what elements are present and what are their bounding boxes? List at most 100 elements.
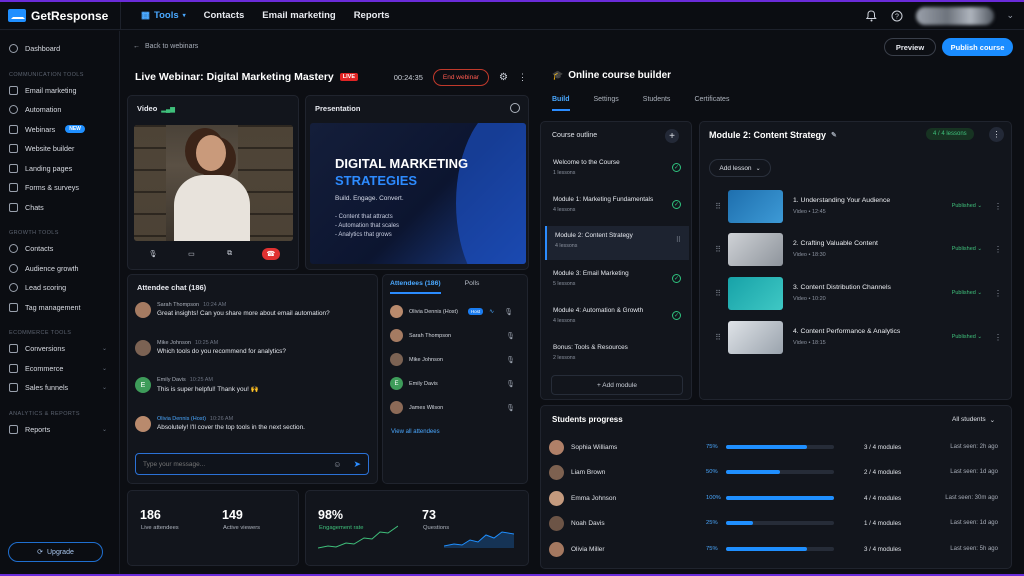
- lesson-status-dropdown[interactable]: Published ⌄: [952, 334, 982, 340]
- sidebar-item-ecommerce[interactable]: Ecommerce ⌄: [0, 359, 119, 379]
- more-vertical-icon[interactable]: ⋮: [518, 72, 527, 83]
- tab-settings[interactable]: Settings: [594, 96, 619, 111]
- outline-item-selected[interactable]: Module 2: Content Strategy 4 lessons ⠿: [545, 226, 689, 260]
- sidebar-item-audience-growth[interactable]: Audience growth: [0, 259, 119, 279]
- sidebar-item-chats[interactable]: Chats: [0, 198, 119, 218]
- drag-handle-icon[interactable]: ⠿: [676, 236, 681, 244]
- end-call-icon[interactable]: ☎: [261, 248, 280, 260]
- sidebar-item-label: Dashboard: [25, 44, 61, 54]
- outline-item[interactable]: Bonus: Tools & Resources 2 lessons: [545, 338, 689, 372]
- outline-item[interactable]: Module 4: Automation & Growth 4 lessons …: [545, 301, 689, 335]
- view-all-attendees-link[interactable]: View all attendees: [391, 429, 440, 435]
- camera-icon[interactable]: ▭: [185, 248, 197, 260]
- nav-email-marketing[interactable]: Email marketing: [262, 10, 335, 21]
- sidebar-item-conversions[interactable]: Conversions ⌄: [0, 339, 119, 359]
- bell-icon[interactable]: [864, 9, 878, 23]
- student-progress-row[interactable]: Noah Davis 25% 1 / 4 modules Last seen: …: [549, 513, 1004, 533]
- attendee-row[interactable]: James Wilson 🎙: [390, 401, 515, 414]
- modules-complete: 4 / 4 modules: [864, 494, 902, 502]
- chat-message-input[interactable]: [143, 460, 334, 468]
- sidebar-item-tag-management[interactable]: Tag management: [0, 298, 119, 318]
- presentation-slide[interactable]: DIGITAL MARKETING STRATEGIES Build. Enga…: [310, 123, 526, 264]
- sidebar-item-email-marketing[interactable]: Email marketing: [0, 81, 119, 101]
- help-icon[interactable]: ?: [890, 9, 904, 23]
- add-lesson-button[interactable]: Add lesson ⌄: [709, 159, 771, 177]
- students-progress-title: Students progress: [552, 415, 623, 424]
- send-icon[interactable]: ➤: [353, 459, 361, 470]
- presenter-video[interactable]: [134, 125, 293, 241]
- lesson-row[interactable]: ⠿ 3. Content Distribution Channels Video …: [708, 273, 1006, 313]
- tab-build[interactable]: Build: [552, 96, 570, 111]
- student-progress-row[interactable]: Olivia Miller 75% 3 / 4 modules Last see…: [549, 539, 1004, 559]
- add-module-button[interactable]: + Add module: [551, 375, 683, 395]
- lesson-status-dropdown[interactable]: Published ⌄: [952, 246, 982, 252]
- attendee-row[interactable]: Olivia Dennis (Host) Host ∿ 🎙: [390, 305, 515, 318]
- lesson-status-dropdown[interactable]: Published ⌄: [952, 290, 982, 296]
- emoji-icon[interactable]: ☺: [333, 460, 341, 469]
- edit-pencil-icon[interactable]: ✎: [831, 131, 837, 139]
- microphone-icon[interactable]: 🎙: [506, 380, 515, 388]
- sidebar-item-dashboard[interactable]: Dashboard: [0, 39, 119, 59]
- tab-polls[interactable]: Polls: [465, 280, 480, 294]
- chat-message: E Emily Davis 10:25 AM This is super help…: [135, 377, 370, 393]
- tab-attendees[interactable]: Attendees (186): [390, 280, 441, 294]
- attendee-row[interactable]: E Emily Davis 🎙: [390, 377, 515, 390]
- refresh-icon[interactable]: [510, 103, 520, 113]
- attendee-row[interactable]: Mike Johnson 🎙: [390, 353, 515, 366]
- lesson-status: Published: [951, 290, 976, 296]
- outline-item[interactable]: Module 1: Marketing Fundamentals 4 lesso…: [545, 190, 689, 224]
- student-progress-row[interactable]: Sophia Williams 75% 3 / 4 modules Last s…: [549, 437, 1004, 457]
- sidebar-item-website-builder[interactable]: Website builder: [0, 139, 119, 159]
- avatar: E: [390, 377, 403, 390]
- student-progress-row[interactable]: Emma Johnson 100% 4 / 4 modules Last see…: [549, 488, 1004, 508]
- outline-item[interactable]: Welcome to the Course 1 lessons ✓: [545, 153, 689, 187]
- lesson-row[interactable]: ⠿ 1. Understanding Your Audience Video • …: [708, 186, 1006, 226]
- more-vertical-icon[interactable]: ⋮: [994, 333, 1002, 342]
- sidebar-item-lead-scoring[interactable]: Lead scoring: [0, 278, 119, 298]
- more-vertical-icon[interactable]: ⋮: [994, 202, 1002, 211]
- lesson-row[interactable]: ⠿ 2. Crafting Valuable Content Video • 18…: [708, 229, 1006, 269]
- lesson-row[interactable]: ⠿ 4. Content Performance & Analytics Vide…: [708, 317, 1006, 357]
- gear-icon[interactable]: ⚙: [499, 72, 508, 83]
- preview-button[interactable]: Preview: [884, 38, 936, 56]
- microphone-icon[interactable]: 🎙: [506, 356, 515, 364]
- sidebar-item-contacts[interactable]: Contacts: [0, 239, 119, 259]
- more-vertical-icon[interactable]: ⋮: [994, 245, 1002, 254]
- drag-handle-icon[interactable]: ⠿: [708, 289, 728, 298]
- publish-course-button[interactable]: Publish course: [942, 38, 1013, 56]
- microphone-icon[interactable]: 🎙: [506, 332, 515, 340]
- tab-students[interactable]: Students: [643, 96, 671, 111]
- upgrade-button[interactable]: ⟳ Upgrade: [8, 542, 103, 562]
- drag-handle-icon[interactable]: ⠿: [708, 245, 728, 254]
- students-filter-dropdown[interactable]: All students ⌄: [952, 416, 995, 424]
- sidebar-item-forms-surveys[interactable]: Forms & surveys: [0, 178, 119, 198]
- student-progress-row[interactable]: Liam Brown 50% 2 / 4 modules Last seen: …: [549, 462, 1004, 482]
- nav-reports[interactable]: Reports: [354, 10, 390, 21]
- nav-contacts[interactable]: Contacts: [204, 10, 245, 21]
- screen-share-icon[interactable]: ⧉: [224, 248, 236, 260]
- sidebar-item-webinars[interactable]: Webinars NEW: [0, 120, 119, 140]
- more-vertical-icon[interactable]: ⋮: [989, 127, 1004, 142]
- microphone-icon[interactable]: 🎙: [504, 308, 513, 316]
- add-section-icon[interactable]: +: [665, 129, 679, 143]
- lesson-status-dropdown[interactable]: Published ⌄: [952, 203, 982, 209]
- sidebar-item-automation[interactable]: Automation: [0, 100, 119, 120]
- drag-handle-icon[interactable]: ⠿: [708, 202, 728, 211]
- nav-tools[interactable]: ▦ Tools ▾: [141, 10, 186, 21]
- drag-handle-icon[interactable]: ⠿: [708, 333, 728, 342]
- sidebar-item-sales-funnels[interactable]: Sales funnels ⌄: [0, 378, 119, 398]
- sidebar-item-landing-pages[interactable]: Landing pages: [0, 159, 119, 179]
- main-nav: ▦ Tools ▾ Contacts Email marketing Repor…: [141, 10, 390, 21]
- back-to-webinars-link[interactable]: ← Back to webinars: [133, 43, 198, 50]
- end-webinar-button[interactable]: End webinar: [432, 68, 490, 86]
- user-avatar[interactable]: [916, 6, 995, 25]
- microphone-icon[interactable]: 🎙: [147, 248, 159, 260]
- tab-certificates[interactable]: Certificates: [694, 96, 729, 111]
- attendee-row[interactable]: Sarah Thompson 🎙: [390, 329, 515, 342]
- more-vertical-icon[interactable]: ⋮: [994, 289, 1002, 298]
- brand-logo[interactable]: GetResponse: [0, 9, 120, 23]
- sidebar-item-reports[interactable]: Reports ⌄: [0, 420, 119, 440]
- chevron-down-icon[interactable]: ⌄: [1006, 10, 1014, 21]
- microphone-icon[interactable]: 🎙: [506, 404, 515, 412]
- outline-item[interactable]: Module 3: Email Marketing 5 lessons ✓: [545, 264, 689, 298]
